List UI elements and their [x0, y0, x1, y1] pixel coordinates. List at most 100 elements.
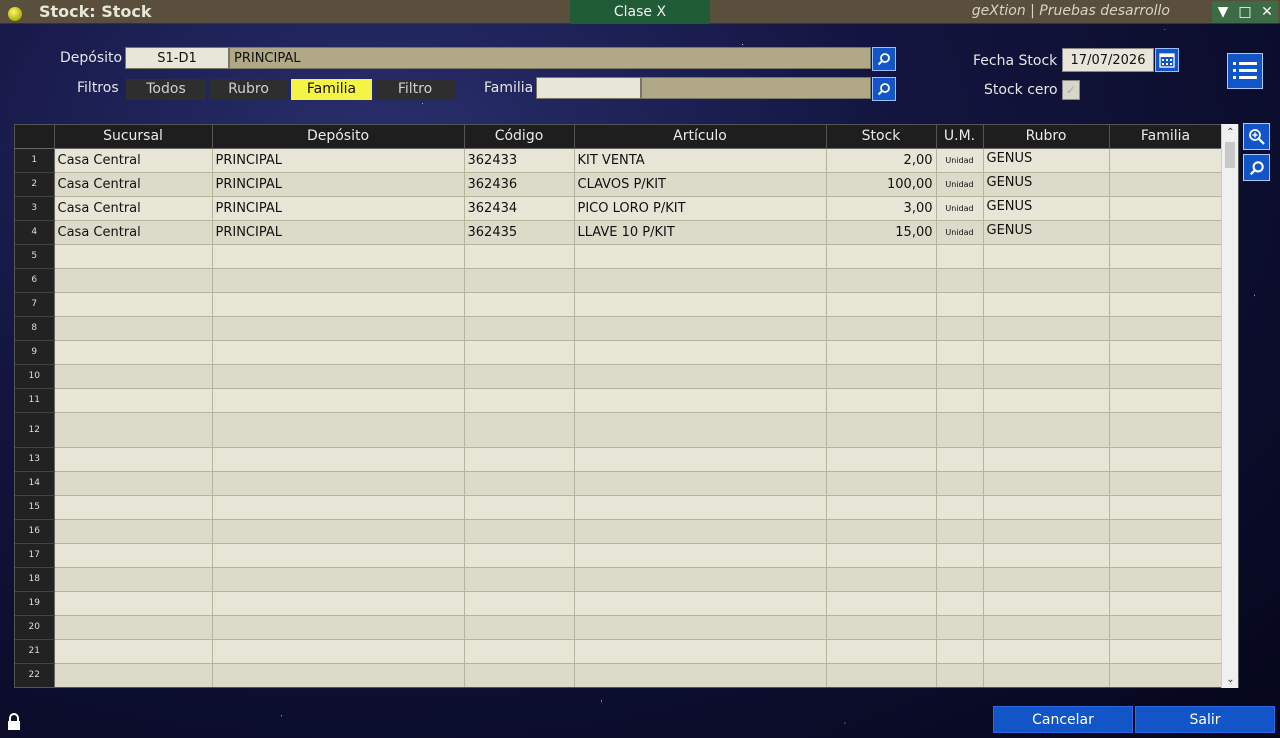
cell-familia[interactable]: [1109, 148, 1223, 173]
cell-um[interactable]: [936, 471, 984, 496]
cell-sucursal[interactable]: [54, 447, 213, 472]
cell-familia[interactable]: [1109, 639, 1223, 664]
table-row[interactable]: 15: [15, 495, 1223, 520]
cell-familia[interactable]: [1109, 388, 1223, 413]
cell-articulo[interactable]: [574, 495, 827, 520]
cell-sucursal[interactable]: [54, 244, 213, 269]
column-header-um[interactable]: U.M.: [936, 125, 984, 149]
cell-deposito[interactable]: [212, 340, 465, 365]
cell-codigo[interactable]: 362433: [464, 148, 575, 173]
cell-familia[interactable]: [1109, 412, 1223, 448]
cell-familia[interactable]: [1109, 471, 1223, 496]
cell-familia[interactable]: [1109, 268, 1223, 293]
cell-rubro[interactable]: [983, 567, 1110, 592]
cell-sucursal[interactable]: Casa Central: [54, 196, 213, 221]
cell-stock[interactable]: [826, 447, 937, 472]
cell-um[interactable]: [936, 244, 984, 269]
cell-deposito[interactable]: [212, 591, 465, 616]
table-row[interactable]: 16: [15, 519, 1223, 544]
column-header-deposito[interactable]: Depósito: [212, 125, 465, 149]
cell-articulo[interactable]: CLAVOS P/KIT: [574, 172, 827, 197]
cell-rubro[interactable]: [983, 316, 1110, 341]
cell-stock[interactable]: [826, 268, 937, 293]
cell-articulo[interactable]: [574, 364, 827, 389]
cell-sucursal[interactable]: [54, 316, 213, 341]
cell-deposito[interactable]: [212, 495, 465, 520]
cell-deposito[interactable]: [212, 412, 465, 448]
cell-rubro[interactable]: [983, 244, 1110, 269]
cell-codigo[interactable]: [464, 412, 575, 448]
table-row[interactable]: 6: [15, 268, 1223, 293]
table-row[interactable]: 17: [15, 543, 1223, 568]
cell-familia[interactable]: [1109, 495, 1223, 520]
cell-um[interactable]: [936, 615, 984, 640]
cell-articulo[interactable]: [574, 388, 827, 413]
scroll-down-icon[interactable]: ⌄: [1222, 671, 1239, 688]
cell-codigo[interactable]: [464, 471, 575, 496]
cell-articulo[interactable]: [574, 543, 827, 568]
cell-deposito[interactable]: [212, 268, 465, 293]
cell-um[interactable]: [936, 519, 984, 544]
cell-articulo[interactable]: [574, 663, 827, 687]
cell-deposito[interactable]: [212, 316, 465, 341]
cell-deposito[interactable]: PRINCIPAL: [212, 172, 465, 197]
table-row[interactable]: 11: [15, 388, 1223, 413]
cell-sucursal[interactable]: [54, 340, 213, 365]
table-row[interactable]: 20: [15, 615, 1223, 640]
table-row[interactable]: 2 Casa Central PRINCIPAL 362436 CLAVOS P…: [15, 172, 1223, 197]
cell-sucursal[interactable]: [54, 471, 213, 496]
column-header-rubro[interactable]: Rubro: [983, 125, 1110, 149]
deposito-search-button[interactable]: [872, 47, 896, 71]
cell-stock[interactable]: [826, 292, 937, 317]
cell-deposito[interactable]: [212, 388, 465, 413]
cell-rubro[interactable]: [983, 292, 1110, 317]
deposito-description-field[interactable]: PRINCIPAL: [229, 47, 871, 69]
cell-um[interactable]: [936, 412, 984, 448]
cell-um[interactable]: [936, 340, 984, 365]
table-row[interactable]: 21: [15, 639, 1223, 664]
cell-articulo[interactable]: KIT VENTA: [574, 148, 827, 173]
cell-familia[interactable]: [1109, 340, 1223, 365]
cell-rubro[interactable]: [983, 388, 1110, 413]
cell-stock[interactable]: 2,00: [826, 148, 937, 173]
cell-deposito[interactable]: PRINCIPAL: [212, 196, 465, 221]
cell-familia[interactable]: [1109, 567, 1223, 592]
cell-sucursal[interactable]: [54, 591, 213, 616]
cell-sucursal[interactable]: Casa Central: [54, 220, 213, 245]
cell-stock[interactable]: [826, 519, 937, 544]
cell-deposito[interactable]: [212, 364, 465, 389]
cell-familia[interactable]: [1109, 244, 1223, 269]
cell-rubro[interactable]: [983, 268, 1110, 293]
filter-rubro-button[interactable]: Rubro: [209, 79, 288, 100]
lock-icon[interactable]: [6, 713, 22, 735]
table-row[interactable]: 14: [15, 471, 1223, 496]
table-row[interactable]: 13: [15, 447, 1223, 472]
cell-um[interactable]: Unidad: [936, 148, 984, 173]
cell-deposito[interactable]: [212, 663, 465, 687]
column-header-articulo[interactable]: Artículo: [574, 125, 827, 149]
cell-deposito[interactable]: [212, 519, 465, 544]
cell-stock[interactable]: [826, 495, 937, 520]
cell-um[interactable]: Unidad: [936, 196, 984, 221]
cell-um[interactable]: [936, 447, 984, 472]
cell-familia[interactable]: [1109, 663, 1223, 687]
cell-stock[interactable]: 3,00: [826, 196, 937, 221]
cell-sucursal[interactable]: Casa Central: [54, 172, 213, 197]
exit-button[interactable]: Salir: [1135, 706, 1275, 733]
cell-rubro[interactable]: [983, 340, 1110, 365]
maximize-icon[interactable]: □: [1234, 1, 1256, 23]
cell-stock[interactable]: [826, 244, 937, 269]
cell-um[interactable]: [936, 364, 984, 389]
table-row[interactable]: 7: [15, 292, 1223, 317]
cell-rubro[interactable]: [983, 364, 1110, 389]
cell-rubro[interactable]: [983, 447, 1110, 472]
cell-codigo[interactable]: [464, 663, 575, 687]
cell-familia[interactable]: [1109, 519, 1223, 544]
cell-codigo[interactable]: [464, 519, 575, 544]
table-row[interactable]: 9: [15, 340, 1223, 365]
cell-deposito[interactable]: [212, 543, 465, 568]
cell-articulo[interactable]: [574, 615, 827, 640]
cell-sucursal[interactable]: [54, 543, 213, 568]
stock-cero-checkbox[interactable]: ✓: [1062, 80, 1080, 100]
deposito-code-field[interactable]: S1-D1: [125, 47, 229, 69]
